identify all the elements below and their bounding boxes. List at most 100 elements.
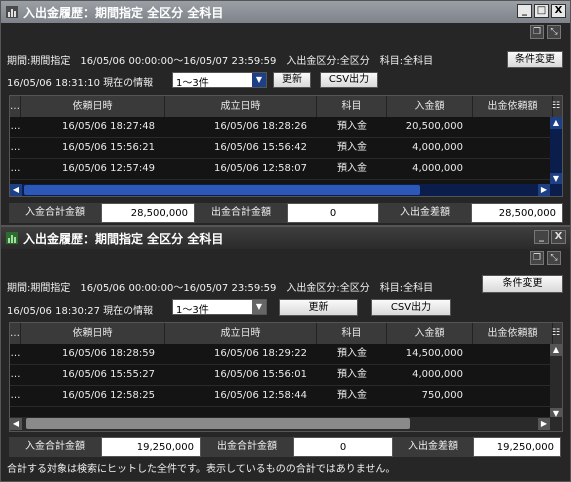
scroll-left-icon[interactable]: ◀ <box>10 184 22 196</box>
restore-icon[interactable]: ❐ <box>530 25 544 39</box>
table-header: … 依頼日時 成立日時 科目 入金額 出金依頼額 <box>10 323 562 344</box>
request-time-cell: 16/05/06 18:27:48 <box>61 121 155 132</box>
row-marker[interactable]: … <box>10 138 21 158</box>
tool-row: ❐ ⤡ <box>1 23 570 41</box>
col-executed-time[interactable]: 成立日時 <box>165 96 317 117</box>
withdraw-total-label: 出金合計金額 <box>195 203 287 223</box>
shrink-icon[interactable]: ⤡ <box>547 25 561 39</box>
scroll-up-icon[interactable]: ▲ <box>550 117 562 129</box>
refresh-button[interactable]: 更新 <box>279 299 358 316</box>
request-time-cell: 16/05/06 15:55:27 <box>61 369 155 380</box>
col-withdraw[interactable]: 出金依頼額 <box>473 323 553 344</box>
scroll-up-icon[interactable]: ▲ <box>550 344 562 356</box>
diff-label: 入出金差額 <box>379 203 471 223</box>
subject-cell: 預入金 <box>337 121 367 132</box>
col-deposit[interactable]: 入金額 <box>387 96 473 117</box>
row-marker[interactable]: … <box>10 365 21 385</box>
withdraw-cell <box>473 344 553 364</box>
row-marker[interactable]: … <box>10 344 21 364</box>
range-select[interactable]: 1～3件 ▼ <box>172 299 267 316</box>
row-marker[interactable]: … <box>10 117 21 137</box>
col-request-time[interactable]: 依頼日時 <box>21 96 165 117</box>
vertical-scrollbar[interactable]: ▲ ▼ <box>550 344 562 420</box>
col-deposit[interactable]: 入金額 <box>387 323 473 344</box>
deposit-total-label: 入金合計金額 <box>9 437 101 457</box>
deposit-total-label: 入金合計金額 <box>9 203 101 223</box>
table-row[interactable]: … 16/05/06 15:56:21 16/05/06 15:56:42 預入… <box>10 138 562 159</box>
table-row[interactable]: … 16/05/06 15:55:27 16/05/06 15:56:01 預入… <box>10 365 562 386</box>
col-marker[interactable]: … <box>10 323 21 344</box>
refresh-button[interactable]: 更新 <box>273 72 311 88</box>
row-marker[interactable]: … <box>10 159 21 179</box>
app-icon <box>5 231 19 245</box>
maximize-button[interactable]: □ <box>534 4 549 18</box>
col-marker[interactable]: … <box>10 96 21 117</box>
col-withdraw[interactable]: 出金依頼額 <box>473 96 553 117</box>
col-request-time[interactable]: 依頼日時 <box>21 323 165 344</box>
info-time: 16/05/06 18:30:27 現在の情報 <box>7 306 154 317</box>
col-subject[interactable]: 科目 <box>317 323 387 344</box>
restore-icon[interactable]: ❐ <box>530 251 544 265</box>
window-title-bar[interactable]: 入出金履歴：期間指定 全区分 全科目 _ X <box>1 227 570 249</box>
executed-time-cell: 16/05/06 15:56:01 <box>213 369 307 380</box>
table-row[interactable]: … 16/05/06 12:58:25 16/05/06 12:58:44 預入… <box>10 386 562 407</box>
subject-cell: 預入金 <box>337 390 367 401</box>
info-time: 16/05/06 18:31:10 現在の情報 <box>7 78 154 89</box>
change-condition-button[interactable]: 条件変更 <box>507 51 563 68</box>
table-row[interactable]: … 16/05/06 18:27:48 16/05/06 18:28:26 預入… <box>10 117 562 138</box>
withdraw-total-value: 0 <box>287 203 379 223</box>
col-subject[interactable]: 科目 <box>317 96 387 117</box>
tool-row: ❐ ⤡ <box>1 249 570 267</box>
horizontal-scrollbar[interactable]: ◀ ▶ <box>10 417 562 431</box>
chevron-down-icon[interactable]: ▼ <box>252 300 266 314</box>
horizontal-scrollbar[interactable]: ◀ ▶ <box>10 184 562 196</box>
close-button[interactable]: X <box>551 230 566 244</box>
minimize-button[interactable]: _ <box>534 230 549 244</box>
withdraw-cell <box>473 386 553 406</box>
row-marker[interactable]: … <box>10 386 21 406</box>
totals-bar: 入金合計金額 19,250,000 出金合計金額 0 入出金差額 19,250,… <box>9 437 561 457</box>
minimize-button[interactable]: _ <box>517 4 532 18</box>
window-title: 入出金履歴：期間指定 全区分 全科目 <box>23 231 224 246</box>
deposit-cell: 4,000,000 <box>412 142 463 153</box>
withdraw-cell <box>473 138 553 158</box>
scroll-thumb[interactable] <box>26 418 410 429</box>
scroll-right-icon[interactable]: ▶ <box>538 184 550 196</box>
col-executed-time[interactable]: 成立日時 <box>165 323 317 344</box>
totals-bar: 入金合計金額 28,500,000 出金合計金額 0 入出金差額 28,500,… <box>9 203 563 223</box>
csv-export-button[interactable]: CSV出力 <box>371 299 451 316</box>
request-time-cell: 16/05/06 12:58:25 <box>61 390 155 401</box>
column-settings-icon[interactable]: ☷ <box>550 324 562 343</box>
withdraw-cell <box>473 117 553 137</box>
shrink-icon[interactable]: ⤡ <box>547 251 561 265</box>
close-button[interactable]: X <box>551 4 566 18</box>
subject-cell: 預入金 <box>337 348 367 359</box>
column-settings-icon[interactable]: ☷ <box>550 97 562 116</box>
range-select-value: 1～3件 <box>176 305 209 316</box>
window-title: 入出金履歴：期間指定 全区分 全科目 <box>23 5 224 20</box>
scroll-left-icon[interactable]: ◀ <box>10 418 22 430</box>
change-condition-button[interactable]: 条件変更 <box>482 275 563 293</box>
history-window-2: 入出金履歴：期間指定 全区分 全科目 _ X ❐ ⤡ 期間:期間指定 16/05… <box>0 226 571 482</box>
request-time-cell: 16/05/06 12:57:49 <box>61 163 155 174</box>
window-title-bar[interactable]: 入出金履歴：期間指定 全区分 全科目 _ □ X <box>1 1 570 23</box>
deposit-total-value: 19,250,000 <box>101 437 201 457</box>
deposit-cell: 14,500,000 <box>405 348 463 359</box>
csv-export-button[interactable]: CSV出力 <box>320 72 378 88</box>
vertical-scrollbar[interactable]: ▲ ▼ <box>550 117 562 185</box>
diff-value: 19,250,000 <box>473 437 561 457</box>
chevron-down-icon[interactable]: ▼ <box>252 73 266 87</box>
history-table: … 依頼日時 成立日時 科目 入金額 出金依頼額 … 16/05/06 18:2… <box>9 95 563 197</box>
subject-cell: 預入金 <box>337 369 367 380</box>
subject-cell: 預入金 <box>337 142 367 153</box>
table-row[interactable]: … 16/05/06 18:28:59 16/05/06 18:29:22 預入… <box>10 344 562 365</box>
executed-time-cell: 16/05/06 18:28:26 <box>213 121 307 132</box>
table-row[interactable]: … 16/05/06 12:57:49 16/05/06 12:58:07 預入… <box>10 159 562 180</box>
scroll-thumb[interactable] <box>24 185 420 195</box>
deposit-cell: 20,500,000 <box>405 121 463 132</box>
scroll-right-icon[interactable]: ▶ <box>538 418 550 430</box>
range-select[interactable]: 1～3件 ▼ <box>172 72 267 89</box>
subject-cell: 預入金 <box>337 163 367 174</box>
request-time-cell: 16/05/06 15:56:21 <box>61 142 155 153</box>
executed-time-cell: 16/05/06 15:56:42 <box>213 142 307 153</box>
